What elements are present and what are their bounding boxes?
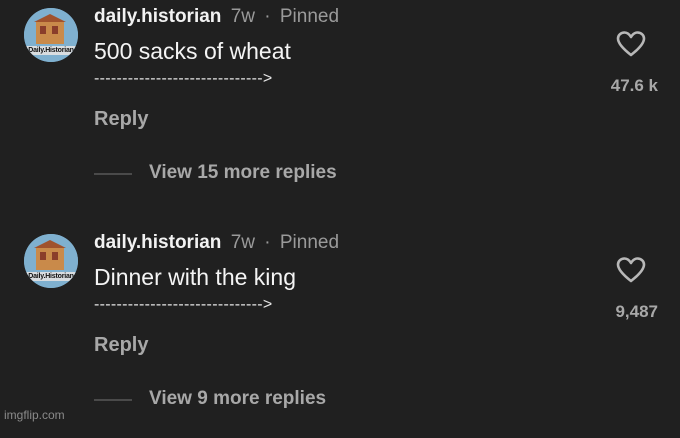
heart-outline-icon [616, 257, 646, 283]
avatar-label: Daily.Historian [24, 272, 78, 281]
heart-outline-icon [616, 31, 646, 57]
meta-separator: · [264, 232, 271, 253]
comment-arrow-text: ------------------------------> [94, 296, 273, 313]
comment-arrow-text: ------------------------------> [94, 70, 273, 87]
avatar[interactable]: Daily.Historian [24, 234, 78, 288]
username[interactable]: daily.historian [94, 232, 221, 253]
like-count: 9,487 [615, 302, 658, 321]
pinned-label: Pinned [279, 232, 340, 253]
comment-header: daily.historian 7w · Pinned [94, 232, 339, 254]
avatar[interactable]: Daily.Historian [24, 8, 78, 62]
like-button[interactable] [616, 256, 646, 284]
username[interactable]: daily.historian [94, 6, 221, 27]
like-count: 47.6 k [610, 76, 658, 95]
like-button[interactable] [616, 30, 646, 58]
comment-header: daily.historian 7w · Pinned [94, 6, 339, 28]
pinned-label: Pinned [279, 6, 340, 27]
comment-text: 500 sacks of wheat [94, 38, 291, 64]
replies-divider [94, 399, 132, 401]
replies-divider [94, 173, 132, 175]
comment-2: Daily.Historian daily.historian 7w · Pin… [0, 226, 680, 438]
comment-age: 7w [230, 232, 255, 253]
reply-button[interactable]: Reply [94, 108, 148, 131]
view-replies-link[interactable]: View 15 more replies [149, 162, 337, 184]
comment-1: Daily.Historian daily.historian 7w · Pin… [0, 0, 680, 212]
reply-button[interactable]: Reply [94, 334, 148, 357]
view-replies-link[interactable]: View 9 more replies [149, 388, 326, 410]
watermark: imgflip.com [4, 408, 65, 422]
comment-text: Dinner with the king [94, 264, 296, 290]
avatar-label: Daily.Historian [24, 46, 78, 55]
comment-age: 7w [230, 6, 255, 27]
meta-separator: · [264, 6, 271, 27]
